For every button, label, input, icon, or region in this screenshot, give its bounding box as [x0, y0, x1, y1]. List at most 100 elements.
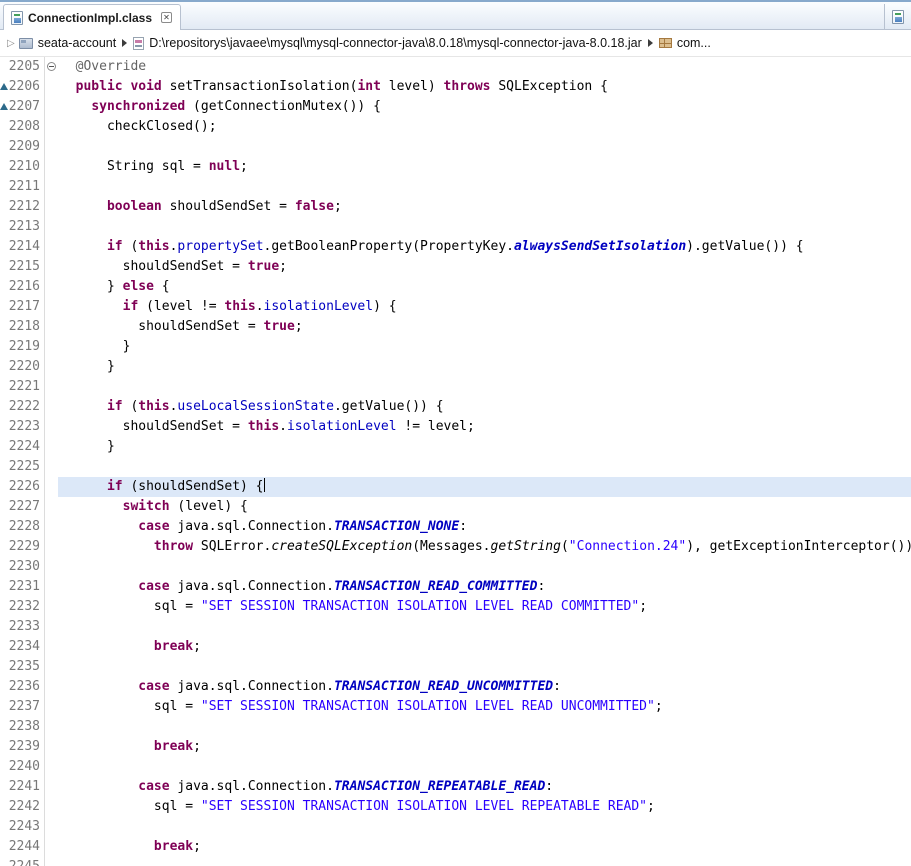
line-number[interactable]: 2239	[6, 737, 44, 757]
code-line[interactable]: 2213	[0, 217, 911, 237]
code-line[interactable]: 2236 case java.sql.Connection.TRANSACTIO…	[0, 677, 911, 697]
code-line[interactable]: 2211	[0, 177, 911, 197]
line-number[interactable]: 2205	[6, 57, 44, 77]
line-number[interactable]: 2240	[6, 757, 44, 777]
line-number[interactable]: 2217	[6, 297, 44, 317]
line-number[interactable]: 2231	[6, 577, 44, 597]
code-line[interactable]: 2217 if (level != this.isolationLevel) {	[0, 297, 911, 317]
code-line[interactable]: 2215 shouldSendSet = true;	[0, 257, 911, 277]
line-number[interactable]: 2232	[6, 597, 44, 617]
secondary-editor-group-tab[interactable]	[884, 4, 911, 29]
code-line[interactable]: 2208 checkClosed();	[0, 117, 911, 137]
code-line[interactable]: 2220 }	[0, 357, 911, 377]
code-line[interactable]: 2207 synchronized (getConnectionMutex())…	[0, 97, 911, 117]
line-number[interactable]: 2233	[6, 617, 44, 637]
code-line[interactable]: 2233	[0, 617, 911, 637]
line-number[interactable]: 2212	[6, 197, 44, 217]
breadcrumb-expander-icon[interactable]: ▷	[7, 38, 15, 49]
line-number[interactable]: 2235	[6, 657, 44, 677]
code-line[interactable]: 2230	[0, 557, 911, 577]
line-number[interactable]: 2216	[6, 277, 44, 297]
line-number[interactable]: 2211	[6, 177, 44, 197]
code-line[interactable]: 2216 } else {	[0, 277, 911, 297]
tab-connectionimpl-class[interactable]: ConnectionImpl.class ✕	[3, 4, 181, 30]
code-line[interactable]: 2219 }	[0, 337, 911, 357]
code-line[interactable]: 2218 shouldSendSet = true;	[0, 317, 911, 337]
collapse-icon[interactable]	[47, 62, 56, 71]
code-line[interactable]: 2226 if (shouldSendSet) {	[0, 477, 911, 497]
marker-ruler	[0, 317, 6, 337]
marker-ruler	[0, 417, 6, 437]
marker-ruler	[0, 577, 6, 597]
line-number[interactable]: 2207	[6, 97, 44, 117]
code-line[interactable]: 2221	[0, 377, 911, 397]
line-number[interactable]: 2214	[6, 237, 44, 257]
code-line[interactable]: 2244 break;	[0, 837, 911, 857]
code-line[interactable]: 2214 if (this.propertySet.getBooleanProp…	[0, 237, 911, 257]
line-number[interactable]: 2244	[6, 837, 44, 857]
line-number[interactable]: 2215	[6, 257, 44, 277]
line-number[interactable]: 2230	[6, 557, 44, 577]
code-line[interactable]: 2209	[0, 137, 911, 157]
line-number[interactable]: 2219	[6, 337, 44, 357]
line-number[interactable]: 2229	[6, 537, 44, 557]
line-number[interactable]: 2226	[6, 477, 44, 497]
line-number[interactable]: 2241	[6, 777, 44, 797]
code-line[interactable]: 2231 case java.sql.Connection.TRANSACTIO…	[0, 577, 911, 597]
code-line[interactable]: 2234 break;	[0, 637, 911, 657]
code-line[interactable]: 2228 case java.sql.Connection.TRANSACTIO…	[0, 517, 911, 537]
tab-close-icon[interactable]: ✕	[161, 12, 172, 23]
breadcrumb-item[interactable]: seata-account	[19, 36, 117, 50]
code-line[interactable]: 2232 sql = "SET SESSION TRANSACTION ISOL…	[0, 597, 911, 617]
code-line[interactable]: 2206 public void setTransactionIsolation…	[0, 77, 911, 97]
code-line[interactable]: 2237 sql = "SET SESSION TRANSACTION ISOL…	[0, 697, 911, 717]
line-number[interactable]: 2208	[6, 117, 44, 137]
code-line[interactable]: 2240	[0, 757, 911, 777]
line-number[interactable]: 2243	[6, 817, 44, 837]
line-number[interactable]: 2245	[6, 857, 44, 866]
line-number[interactable]: 2225	[6, 457, 44, 477]
line-number[interactable]: 2224	[6, 437, 44, 457]
fold-margin[interactable]	[44, 57, 58, 77]
line-number[interactable]: 2236	[6, 677, 44, 697]
code-line[interactable]: 2205 @Override	[0, 57, 911, 77]
line-number[interactable]: 2223	[6, 417, 44, 437]
code-line[interactable]: 2224 }	[0, 437, 911, 457]
breadcrumb-item[interactable]: D:\repositorys\javaee\mysql\mysql-connec…	[133, 36, 642, 50]
fold-margin	[44, 437, 58, 457]
line-number[interactable]: 2221	[6, 377, 44, 397]
line-number[interactable]: 2228	[6, 517, 44, 537]
code-line[interactable]: 2239 break;	[0, 737, 911, 757]
code-line[interactable]: 2242 sql = "SET SESSION TRANSACTION ISOL…	[0, 797, 911, 817]
line-number[interactable]: 2213	[6, 217, 44, 237]
breadcrumb-item[interactable]: com...	[659, 36, 711, 50]
code-line[interactable]: 2227 switch (level) {	[0, 497, 911, 517]
code-line[interactable]: 2243	[0, 817, 911, 837]
line-number[interactable]: 2222	[6, 397, 44, 417]
line-number[interactable]: 2209	[6, 137, 44, 157]
code-line[interactable]: 2212 boolean shouldSendSet = false;	[0, 197, 911, 217]
fold-margin	[44, 577, 58, 597]
code-line[interactable]: 2225	[0, 457, 911, 477]
code-text: case java.sql.Connection.TRANSACTION_REA…	[58, 677, 911, 697]
code-line[interactable]: 2238	[0, 717, 911, 737]
code-line[interactable]: 2222 if (this.useLocalSessionState.getVa…	[0, 397, 911, 417]
line-number[interactable]: 2210	[6, 157, 44, 177]
line-number[interactable]: 2242	[6, 797, 44, 817]
code-line[interactable]: 2241 case java.sql.Connection.TRANSACTIO…	[0, 777, 911, 797]
code-line[interactable]: 2235	[0, 657, 911, 677]
code-line[interactable]: 2229 throw SQLError.createSQLException(M…	[0, 537, 911, 557]
line-number[interactable]: 2238	[6, 717, 44, 737]
code-line[interactable]: 2245	[0, 857, 911, 866]
line-number[interactable]: 2237	[6, 697, 44, 717]
code-text: sql = "SET SESSION TRANSACTION ISOLATION…	[58, 797, 911, 817]
code-text: boolean shouldSendSet = false;	[58, 197, 911, 217]
line-number[interactable]: 2234	[6, 637, 44, 657]
line-number[interactable]: 2227	[6, 497, 44, 517]
line-number[interactable]: 2218	[6, 317, 44, 337]
line-number[interactable]: 2206	[6, 77, 44, 97]
code-line[interactable]: 2210 String sql = null;	[0, 157, 911, 177]
line-number[interactable]: 2220	[6, 357, 44, 377]
code-line[interactable]: 2223 shouldSendSet = this.isolationLevel…	[0, 417, 911, 437]
class-file-icon	[11, 11, 23, 25]
